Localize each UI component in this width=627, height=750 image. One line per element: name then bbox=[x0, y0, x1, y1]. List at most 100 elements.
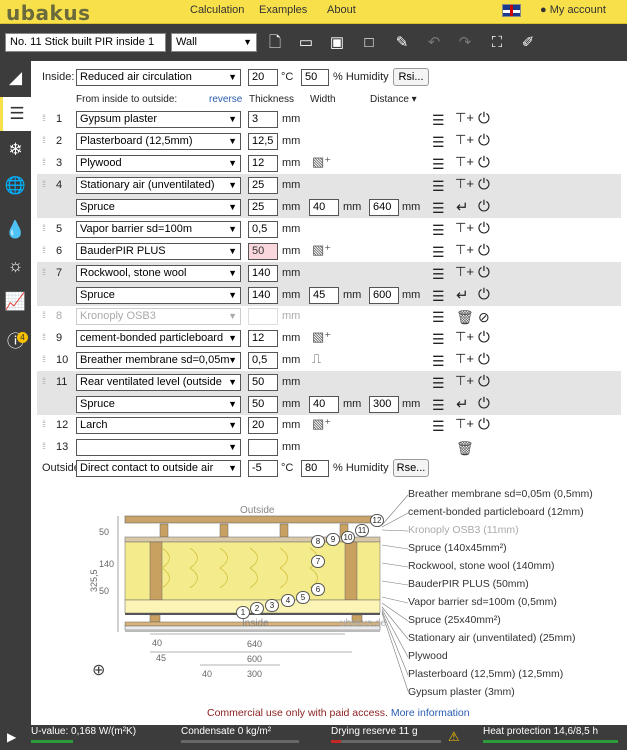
wood-grain-icon[interactable]: ▧⁺ bbox=[312, 416, 331, 432]
layer-material-select[interactable]: BauderPIR PLUS ▼ bbox=[76, 243, 241, 260]
layer-callout[interactable]: 7 bbox=[311, 555, 325, 568]
legend-item[interactable]: Spruce (25x40mm²) bbox=[408, 614, 501, 626]
legend-item[interactable]: Vapor barrier sd=100m (0,5mm) bbox=[408, 596, 557, 608]
legend-item[interactable]: Gypsum plaster (3mm) bbox=[408, 686, 515, 698]
sub-material-select[interactable]: Spruce ▼ bbox=[76, 199, 241, 216]
uk-flag-icon[interactable] bbox=[502, 4, 521, 17]
layer-thickness-input[interactable]: 140 bbox=[248, 265, 278, 282]
sub-thickness-input[interactable]: 140 bbox=[248, 287, 278, 304]
nav-calculation[interactable]: Calculation bbox=[190, 4, 244, 16]
sun-icon[interactable]: ☼ bbox=[0, 249, 31, 283]
uvalue-status[interactable]: U-value: 0,168 W/(m²K) bbox=[31, 726, 136, 737]
zoom-icon[interactable]: ⊕ bbox=[92, 660, 105, 680]
add-layer-icon[interactable]: ⊤+ bbox=[455, 133, 474, 147]
menu-icon[interactable]: ☰ bbox=[432, 223, 445, 237]
membrane-icon[interactable]: ⎍ bbox=[312, 351, 321, 367]
layer-material-select[interactable]: ▼ bbox=[76, 439, 241, 456]
outside-condition-select[interactable]: Direct contact to outside air ▼ bbox=[76, 460, 241, 477]
layer-callout[interactable]: 2 bbox=[250, 602, 264, 615]
sub-distance-input[interactable]: 300 bbox=[369, 396, 399, 413]
outside-temp-input[interactable]: -5 bbox=[248, 460, 278, 477]
sub-material-select[interactable]: Spruce ▼ bbox=[76, 396, 241, 413]
menu-icon[interactable]: ☰ bbox=[432, 332, 445, 346]
drag-handle-icon[interactable]: ⁞⁞ bbox=[42, 310, 46, 320]
menu-icon[interactable]: ☰ bbox=[432, 419, 445, 433]
layers-icon[interactable]: ☰ bbox=[0, 97, 31, 131]
layer-thickness-input[interactable]: 3 bbox=[248, 111, 278, 128]
drag-handle-icon[interactable]: ⁞⁞ bbox=[42, 157, 46, 167]
power-icon[interactable]: ⏻ bbox=[478, 374, 490, 389]
power-icon[interactable]: ⏻ bbox=[478, 199, 490, 214]
chart-icon[interactable]: 📈 bbox=[0, 285, 31, 319]
edit-icon[interactable]: ✎ bbox=[392, 33, 412, 53]
add-layer-icon[interactable]: ⊤+ bbox=[455, 330, 474, 344]
layer-callout[interactable]: 4 bbox=[281, 594, 295, 607]
layer-thickness-input[interactable]: 50 bbox=[248, 243, 278, 260]
add-layer-icon[interactable]: ⊤+ bbox=[455, 417, 474, 431]
inside-temp-input[interactable]: 20 bbox=[248, 69, 278, 86]
rsi-button[interactable]: Rsi... bbox=[393, 68, 429, 86]
return-arrow-icon[interactable]: ↵ bbox=[456, 288, 469, 303]
layer-material-select[interactable]: Kronoply OSB3 ▼ bbox=[76, 308, 241, 325]
rse-button[interactable]: Rse... bbox=[393, 459, 429, 477]
return-arrow-icon[interactable]: ↵ bbox=[456, 397, 469, 412]
layer-thickness-input[interactable] bbox=[248, 439, 278, 456]
power-icon[interactable]: ⏻ bbox=[478, 111, 490, 126]
layer-material-select[interactable]: Larch ▼ bbox=[76, 417, 241, 434]
account-link[interactable]: ● My account bbox=[540, 4, 606, 16]
layer-thickness-input[interactable]: 0,5 bbox=[248, 352, 278, 369]
power-icon[interactable]: ⏻ bbox=[478, 352, 490, 367]
legend-item[interactable]: Rockwool, stone wool (140mm) bbox=[408, 560, 554, 572]
power-icon[interactable]: ⏻ bbox=[478, 396, 490, 411]
drag-handle-icon[interactable]: ⁞⁞ bbox=[42, 113, 46, 123]
inside-condition-select[interactable]: Reduced air circulation ▼ bbox=[76, 69, 241, 86]
power-icon[interactable]: ⏻ bbox=[478, 155, 490, 170]
sub-thickness-input[interactable]: 50 bbox=[248, 396, 278, 413]
legend-item[interactable]: Breather membrane sd=0,05m (0,5mm) bbox=[408, 488, 593, 500]
pdf-icon[interactable]: □ bbox=[359, 33, 379, 53]
menu-icon[interactable]: ☰ bbox=[432, 289, 445, 303]
layer-callout[interactable]: 10 bbox=[341, 531, 355, 544]
menu-icon[interactable]: ☰ bbox=[432, 157, 445, 171]
sub-material-select[interactable]: Spruce ▼ bbox=[76, 287, 241, 304]
legend-item[interactable]: Stationary air (unventilated) (25mm) bbox=[408, 632, 575, 644]
menu-icon[interactable]: ☰ bbox=[432, 310, 445, 324]
warning-triangle-icon[interactable]: ⚠ bbox=[448, 729, 460, 745]
trash-icon[interactable]: 🗑 bbox=[456, 310, 474, 324]
drag-handle-icon[interactable]: ⁞⁞ bbox=[42, 245, 46, 255]
outside-humidity-input[interactable]: 80 bbox=[301, 460, 329, 477]
power-icon[interactable]: ⏻ bbox=[478, 221, 490, 236]
add-layer-icon[interactable]: ⊤+ bbox=[455, 221, 474, 235]
layer-material-select[interactable]: Rockwool, stone wool ▼ bbox=[76, 265, 241, 282]
nav-about[interactable]: About bbox=[327, 4, 356, 16]
legend-item[interactable]: Plasterboard (12,5mm) (12,5mm) bbox=[408, 668, 563, 680]
menu-icon[interactable]: ☰ bbox=[432, 179, 445, 193]
add-layer-icon[interactable]: ⊤+ bbox=[455, 265, 474, 279]
disable-icon[interactable]: ⊘ bbox=[478, 310, 490, 324]
condensate-status[interactable]: Condensate 0 kg/m² bbox=[181, 726, 271, 737]
project-name-input[interactable]: No. 11 Stick built PIR inside 1 bbox=[5, 33, 166, 52]
logo[interactable]: ubakus bbox=[6, 1, 91, 25]
globe-icon[interactable]: 🌐 bbox=[0, 169, 31, 203]
legend-item[interactable]: Kronoply OSB3 (11mm) bbox=[408, 524, 519, 536]
layer-material-select[interactable]: Gypsum plaster ▼ bbox=[76, 111, 241, 128]
layer-callout[interactable]: 11 bbox=[355, 524, 369, 537]
layer-thickness-input[interactable]: 50 bbox=[248, 374, 278, 391]
menu-icon[interactable]: ☰ bbox=[432, 354, 445, 368]
power-icon[interactable]: ⏻ bbox=[478, 287, 490, 302]
legend-item[interactable]: Plywood bbox=[408, 650, 448, 662]
brush-icon[interactable]: ✐ bbox=[518, 33, 538, 53]
drag-handle-icon[interactable]: ⁞⁞ bbox=[42, 223, 46, 233]
wood-grain-icon[interactable]: ▧⁺ bbox=[312, 242, 331, 258]
open-folder-icon[interactable]: ▭ bbox=[296, 33, 316, 53]
menu-icon[interactable]: ☰ bbox=[432, 201, 445, 215]
add-layer-icon[interactable]: ⊤+ bbox=[455, 177, 474, 191]
layer-material-select[interactable]: Plywood ▼ bbox=[76, 155, 241, 172]
moisture-icon[interactable]: 💧 bbox=[0, 213, 31, 247]
layer-thickness-input[interactable]: 25 bbox=[248, 177, 278, 194]
drag-handle-icon[interactable]: ⁞⁞ bbox=[42, 179, 46, 189]
drag-handle-icon[interactable]: ⁞⁞ bbox=[42, 354, 46, 364]
new-file-icon[interactable]: 🗋 bbox=[265, 33, 285, 53]
inside-humidity-input[interactable]: 50 bbox=[301, 69, 329, 86]
add-layer-icon[interactable]: ⊤+ bbox=[455, 352, 474, 366]
